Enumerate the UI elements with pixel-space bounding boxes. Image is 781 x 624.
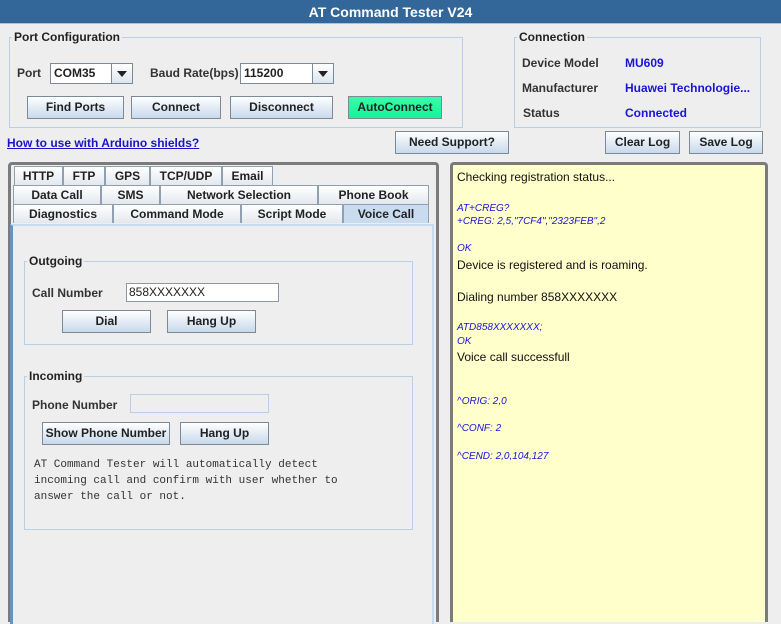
port-label: Port [17,66,41,80]
status-value: Connected [625,106,688,120]
log-line: AT+CREG? [457,203,510,214]
tab-voice-call[interactable]: Voice Call [343,204,429,223]
port-configuration-legend: Port Configuration [14,30,120,44]
log-line: ^ORIG: 2,0 [457,396,507,407]
tab-command-mode[interactable]: Command Mode [113,204,241,223]
chevron-down-icon[interactable] [112,64,132,83]
tab-data-call[interactable]: Data Call [13,185,101,204]
status-label: Status [523,106,560,120]
tab-diagnostics[interactable]: Diagnostics [13,204,113,223]
tab-sms[interactable]: SMS [101,185,160,204]
tab-network-selection[interactable]: Network Selection [160,185,318,204]
device-model-value: MU609 [625,56,664,70]
clear-log-button[interactable]: Clear Log [605,131,680,154]
outgoing-legend: Outgoing [29,254,83,268]
log-line: +CREG: 2,5,"7CF4","2323FEB",2 [457,216,606,227]
port-select-value: COM35 [51,64,112,83]
device-model-label: Device Model [522,56,599,70]
autoconnect-button[interactable]: AutoConnect [348,96,442,119]
arduino-help-link[interactable]: How to use with Arduino shields? [7,136,199,150]
log-line: ^CEND: 2,0,104,127 [457,451,549,462]
log-line: Checking registration status... [457,170,616,184]
show-phone-number-button[interactable]: Show Phone Number [42,422,170,445]
baud-rate-select-value: 115200 [241,64,313,83]
incoming-info-line: AT Command Tester will automatically det… [34,459,318,471]
chevron-down-icon[interactable] [313,64,333,83]
baud-rate-select[interactable]: 115200 [240,63,334,84]
manufacturer-label: Manufacturer [522,81,599,95]
manufacturer-value: Huawei Technologie... [625,81,751,95]
log-line: OK [457,243,472,254]
call-number-label: Call Number [32,286,103,300]
incoming-hang-up-button[interactable]: Hang Up [180,422,269,445]
window-title-bar: AT Command Tester V24 [0,0,781,24]
need-support-button[interactable]: Need Support? [395,131,509,154]
find-ports-button[interactable]: Find Ports [27,96,124,119]
baud-rate-label: Baud Rate(bps) [150,66,239,80]
tab-ftp[interactable]: FTP [63,166,105,185]
log-line: OK [457,336,472,347]
tab-tcp-udp[interactable]: TCP/UDP [150,166,222,185]
connection-legend: Connection [519,30,585,44]
connect-button[interactable]: Connect [131,96,221,119]
tab-phone-book[interactable]: Phone Book [318,185,429,204]
call-number-input[interactable]: 858XXXXXXX [126,283,279,302]
phone-number-input[interactable] [130,394,269,413]
incoming-info-line: answer the call or not. [34,491,186,503]
save-log-button[interactable]: Save Log [689,131,763,154]
port-select[interactable]: COM35 [50,63,133,84]
disconnect-button[interactable]: Disconnect [230,96,333,119]
log-line: Dialing number 858XXXXXXX [457,290,618,304]
log-output-area[interactable]: Checking registration status... AT+CREG?… [450,162,768,622]
tab-gps[interactable]: GPS [105,166,150,185]
tab-http[interactable]: HTTP [14,166,63,185]
log-line: ^CONF: 2 [457,423,502,434]
tab-script-mode[interactable]: Script Mode [241,204,343,223]
log-line: Voice call successfull [457,350,570,364]
log-line: ATD858XXXXXXX; [457,322,543,333]
log-line: Device is registered and is roaming. [457,258,648,272]
outgoing-hang-up-button[interactable]: Hang Up [167,310,256,333]
phone-number-label: Phone Number [32,398,118,412]
incoming-legend: Incoming [29,369,83,383]
tab-email[interactable]: Email [222,166,273,185]
incoming-info-line: incoming call and confirm with user whet… [34,475,338,487]
dial-button[interactable]: Dial [62,310,151,333]
